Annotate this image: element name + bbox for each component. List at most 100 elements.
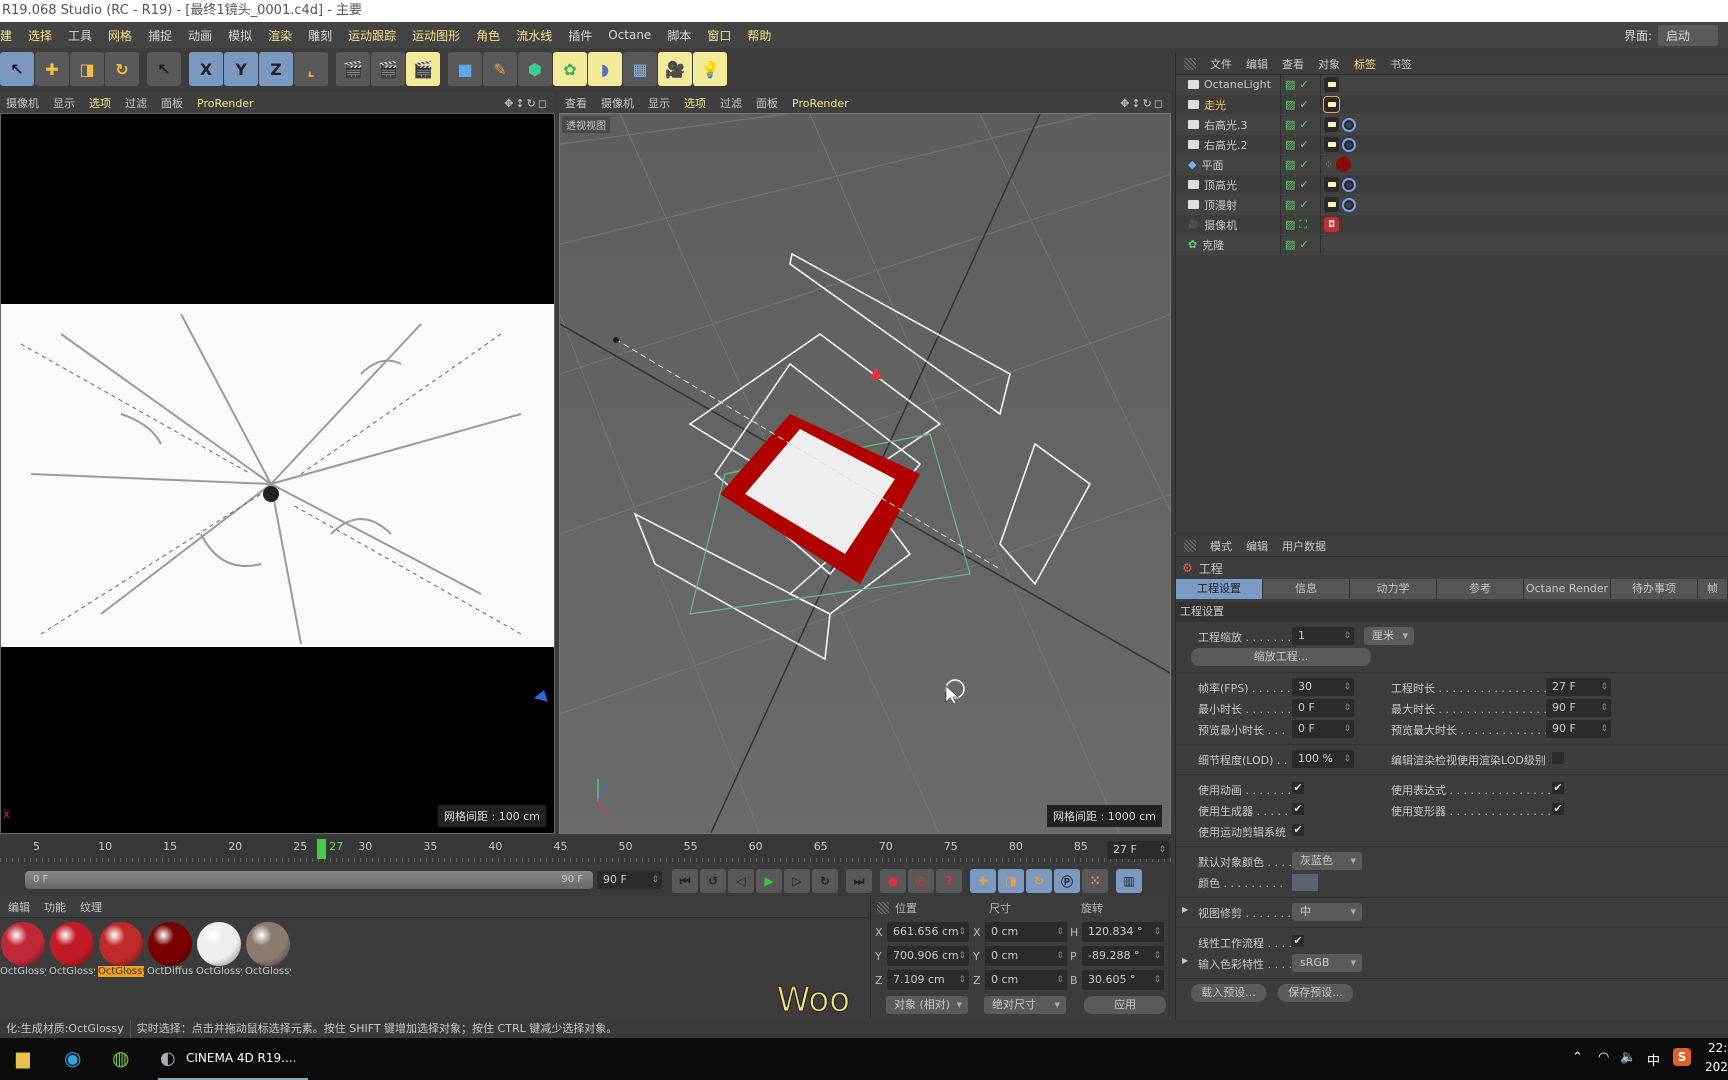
sogou-icon[interactable]: S [1673,1048,1691,1066]
viewport-menu-item[interactable]: 选项 [89,95,111,111]
octane-light-tag-icon[interactable] [1324,177,1339,192]
rotate-icon[interactable]: ↻ [105,52,139,86]
visibility-cell[interactable]: ▨ ✓ [1281,135,1321,154]
edit-layer-icon[interactable]: ▨ [1285,98,1295,111]
object-menu-item[interactable]: 查看 [1282,56,1304,72]
grip-icon[interactable] [1184,539,1196,552]
attribute-tab[interactable]: 动力学 [1350,579,1437,599]
wifi-icon[interactable]: ◠ [1598,1050,1609,1065]
render-picture-viewer-icon[interactable]: 🎬 [371,52,405,86]
volume-icon[interactable]: 🔈 [1620,1050,1636,1065]
x-axis-button[interactable]: X [189,52,223,86]
fps-field[interactable]: 30 [1292,678,1354,696]
object-name-cell[interactable]: 走光 [1176,95,1281,114]
viewport-menu-item[interactable]: 面板 [756,95,778,111]
keyframe-selection-icon[interactable]: ? [936,869,962,893]
object-name-cell[interactable]: 右高光.2 [1176,135,1281,154]
material-swatch[interactable]: OctGlossy [245,922,291,977]
viewport-menu-item[interactable]: 面板 [161,95,183,111]
object-row[interactable]: 🎥 摄像机 ▨ ⛶ ◘ [1176,215,1728,235]
floor-icon[interactable]: ▦ [623,52,657,86]
taskbar-cinema4d[interactable]: ◐ CINEMA 4D R19.... [158,1038,308,1080]
preview-max-field[interactable]: 90 F [1546,720,1611,738]
grip-icon[interactable] [877,902,889,914]
enabled-check-icon[interactable]: ✓ [1299,78,1308,91]
menu-item[interactable]: 模拟 [228,27,252,44]
target-tag-icon[interactable] [1342,117,1356,132]
visibility-cell[interactable]: ▨ ✓ [1281,95,1321,114]
target-tag-icon[interactable] [1342,197,1356,212]
last-tool-icon[interactable]: ↖ [147,52,181,86]
default-color-dropdown[interactable]: 灰蓝色 [1292,852,1362,870]
pen-icon[interactable]: ✎ [483,52,517,86]
menu-item[interactable]: 流水线 [516,27,552,44]
menu-item[interactable]: 运动跟踪 [348,27,396,44]
load-preset-button[interactable]: 载入预设... [1191,984,1266,1002]
octane-light-tag-icon[interactable] [1324,197,1339,212]
menu-item[interactable]: 窗口 [707,27,731,44]
render-settings-icon[interactable]: 🎬 [406,52,440,86]
coord-field[interactable]: 120.834 ° [1082,922,1164,942]
next-frame-icon[interactable]: ▷ [784,869,810,893]
color-swatch[interactable] [1292,874,1318,891]
cube-icon[interactable]: ■ [448,52,482,86]
go-to-start-icon[interactable]: ⏮ [672,869,698,893]
object-row[interactable]: ✿ 克隆 ▨ ✓ [1176,235,1728,255]
object-row[interactable]: ◆ 平面 ▨ ✓ ⁘ [1176,155,1728,175]
object-name-cell[interactable]: 右高光.3 [1176,115,1281,134]
tray-chevron-icon[interactable]: ⌃ [1572,1050,1583,1065]
frame-range-slider[interactable]: 0 F 90 F [25,871,593,889]
menu-item[interactable]: 建 [0,27,12,44]
menu-item[interactable]: 角色 [476,27,500,44]
object-name-cell[interactable]: ◆ 平面 [1176,155,1281,174]
browser-icon[interactable]: ◍ [112,1046,129,1070]
menu-item[interactable]: 帮助 [747,27,771,44]
menu-item[interactable]: 选择 [28,27,52,44]
attribute-tab[interactable]: 参考 [1437,579,1524,599]
apply-button[interactable]: 应用 [1084,996,1166,1014]
use-generators-checkbox[interactable]: ✔ [1292,803,1304,815]
material-menu-item[interactable]: 纹理 [80,899,102,915]
object-menu-item[interactable]: 对象 [1318,56,1340,72]
enabled-check-icon[interactable]: ⛶ [1299,218,1307,232]
coordinate-mode-dropdown[interactable]: 对象 (相对) [886,996,968,1014]
material-menu-item[interactable]: 功能 [44,899,66,915]
key-parameter-icon[interactable]: Ⓟ [1054,869,1080,893]
z-axis-button[interactable]: Z [259,52,293,86]
end-frame-field[interactable]: 90 F [597,871,662,889]
coordinate-system-icon[interactable]: ⌞ [294,52,328,86]
attribute-menu-item[interactable]: 用户数据 [1282,538,1326,554]
y-axis-button[interactable]: Y [224,52,258,86]
visibility-cell[interactable]: ▨ ✓ [1281,115,1321,134]
play-icon[interactable]: ▶ [756,869,782,893]
key-rotation-icon[interactable]: ↻ [1026,869,1052,893]
enabled-check-icon[interactable]: ✓ [1299,138,1308,151]
menu-item[interactable]: 网格 [108,27,132,44]
octane-light-tag-icon[interactable] [1324,117,1339,132]
visibility-cell[interactable]: ▨ ✓ [1281,155,1321,174]
object-row[interactable]: 右高光.2 ▨ ✓ [1176,135,1728,155]
playhead[interactable] [317,839,327,859]
timeline-icon[interactable]: ▥ [1116,869,1142,893]
viewport-menu-item[interactable]: 显示 [53,95,75,111]
coord-field[interactable]: 700.906 cm [887,946,969,966]
material-swatch[interactable]: OctGlossy [49,922,95,977]
attribute-menu-item[interactable]: 模式 [1210,538,1232,554]
save-preset-button[interactable]: 保存预设... [1278,984,1353,1002]
edge-icon[interactable]: ◉ [64,1046,81,1070]
motion-system-checkbox[interactable]: ✔ [1292,824,1304,836]
viewport-menu-item[interactable]: 过滤 [125,95,147,111]
key-position-icon[interactable]: ✚ [970,869,996,893]
enabled-check-icon[interactable]: ✓ [1299,158,1308,171]
object-menu-item[interactable]: 文件 [1210,56,1232,72]
viewport-menu-item[interactable]: ProRender [792,97,849,110]
preview-min-field[interactable]: 0 F [1292,720,1354,738]
record-keys-icon[interactable]: ● [880,869,906,893]
object-menu-item[interactable]: 书签 [1390,56,1412,72]
layout-dropdown[interactable]: 启动 [1658,24,1718,46]
enabled-check-icon[interactable]: ✓ [1299,178,1308,191]
use-animation-checkbox[interactable]: ✔ [1292,782,1304,794]
material-menu-item[interactable]: 编辑 [8,899,30,915]
target-tag-icon[interactable] [1342,177,1356,192]
attribute-tab[interactable]: Octane Render [1524,579,1611,599]
